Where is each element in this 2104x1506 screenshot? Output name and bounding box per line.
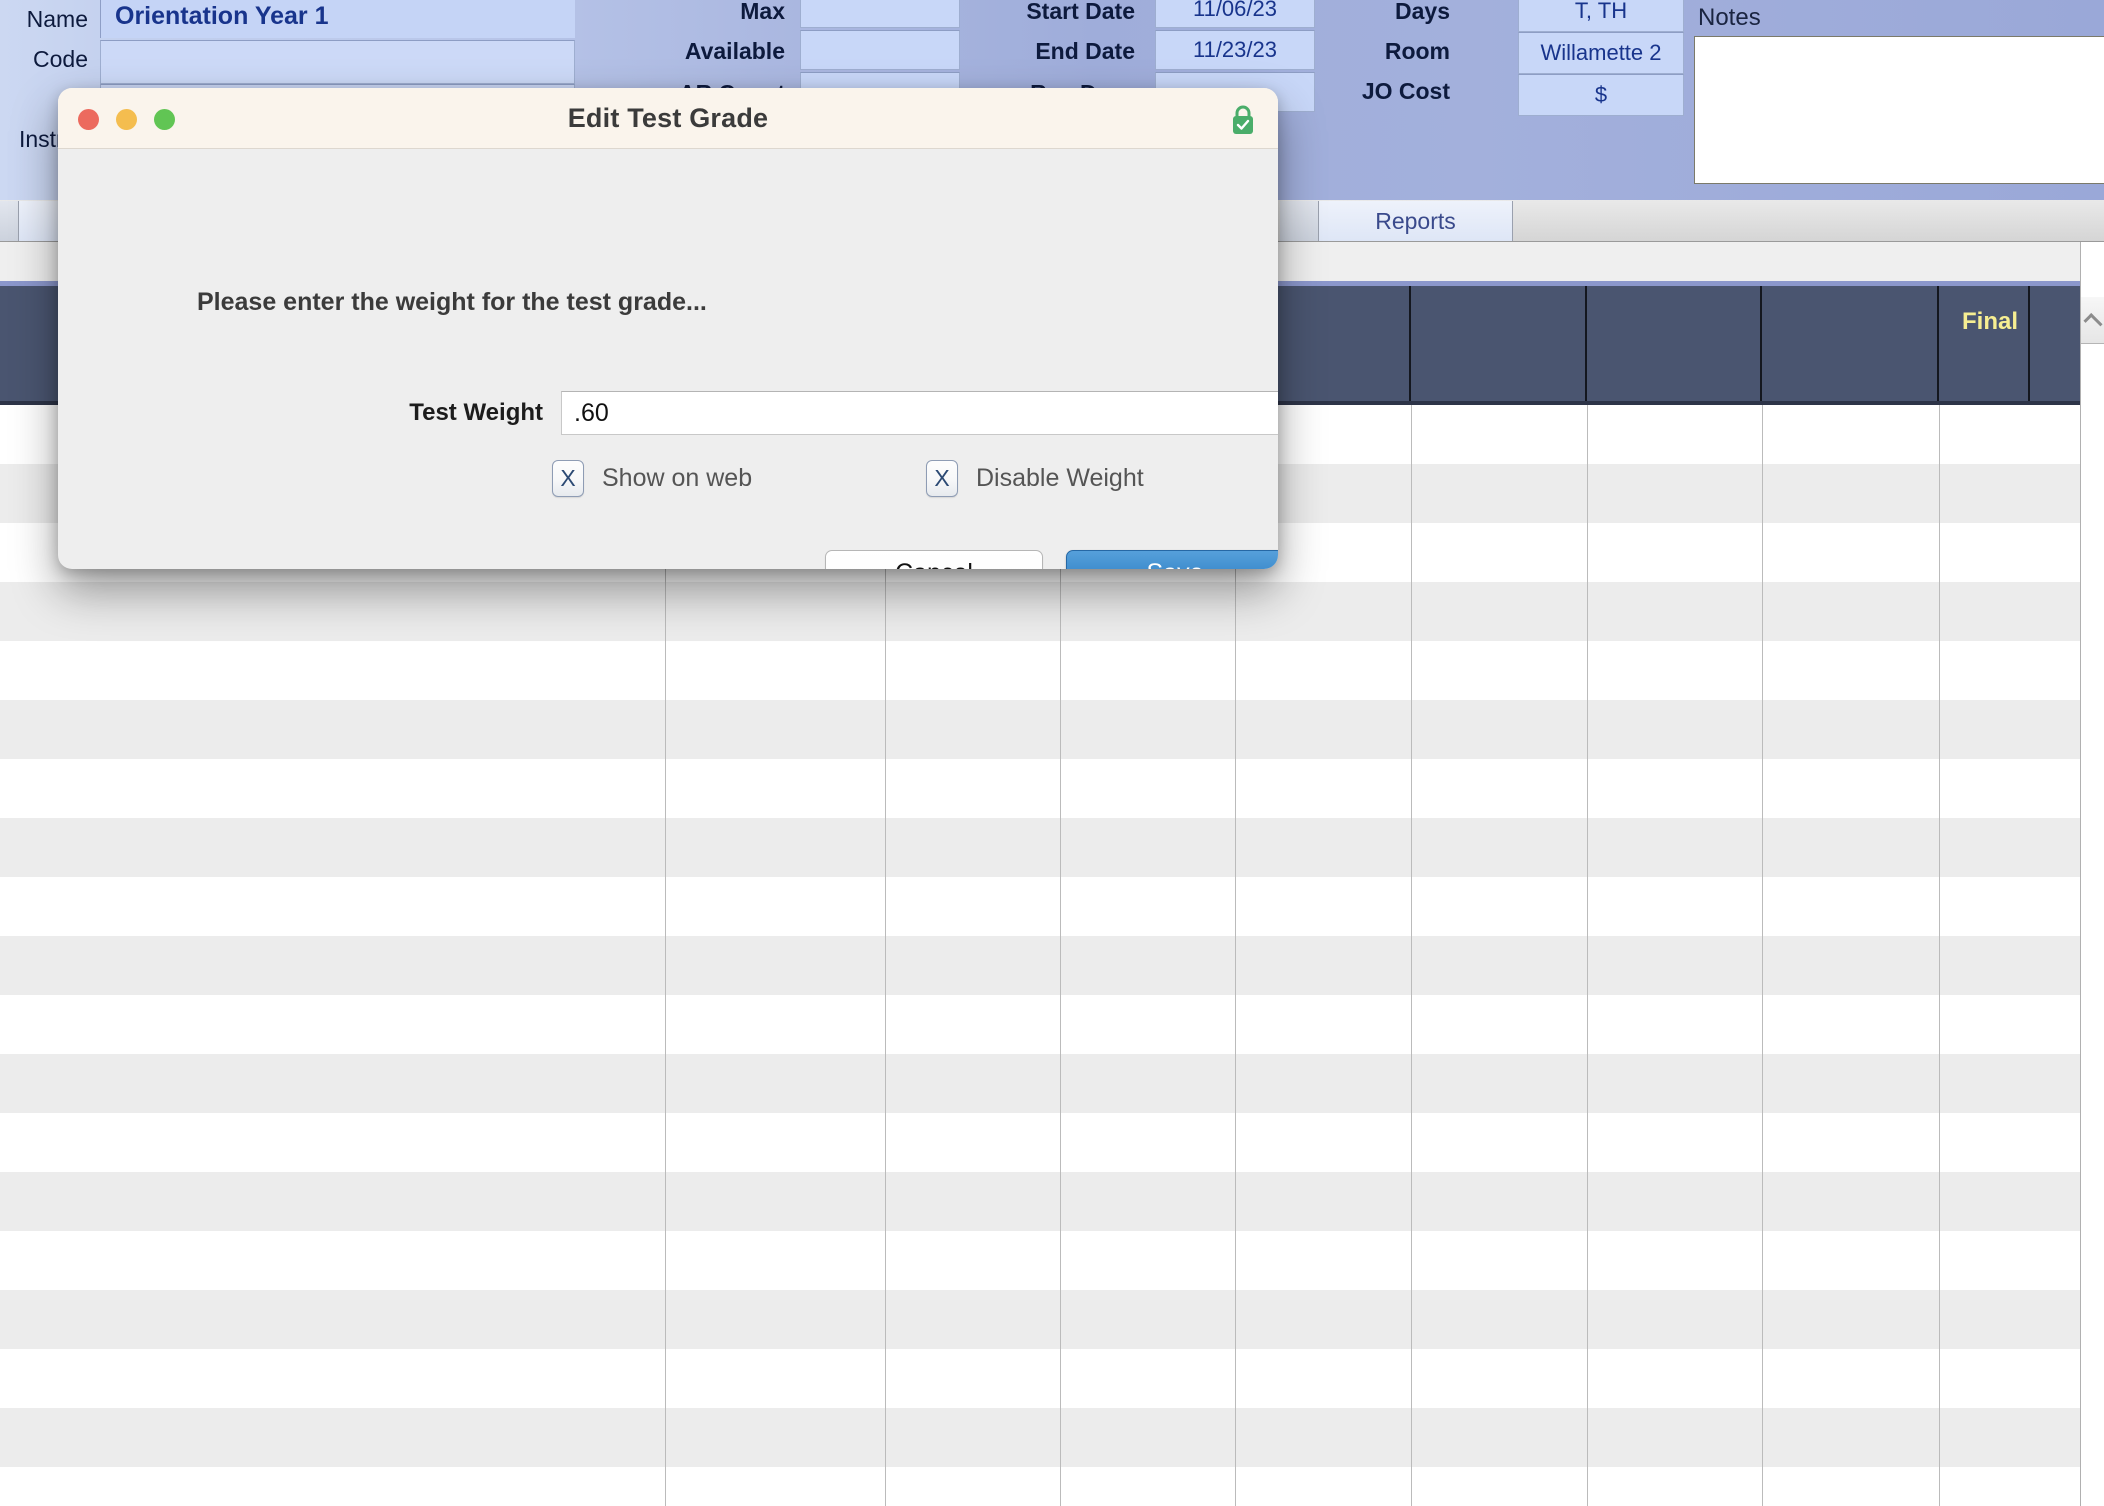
grid-row[interactable]: [0, 1113, 2104, 1172]
field-available[interactable]: [800, 30, 960, 70]
grid-row[interactable]: [0, 1467, 2104, 1506]
grid-column-divider: [1060, 405, 1061, 1506]
grid-row[interactable]: [0, 582, 2104, 641]
grid-column-header[interactable]: [1411, 286, 1587, 401]
label-available: Available: [684, 38, 785, 64]
field-notes[interactable]: [1694, 36, 2104, 184]
tab-reports[interactable]: Reports: [1318, 201, 1513, 241]
label-days: Days: [1395, 0, 1450, 24]
label-end-date: End Date: [1035, 38, 1135, 64]
test-weight-row: Test Weight: [58, 391, 1278, 436]
test-weight-label: Test Weight: [409, 399, 543, 426]
show-on-web-option[interactable]: X Show on web: [552, 460, 752, 497]
field-jo-cost[interactable]: $: [1518, 74, 1684, 116]
label-name: Name: [26, 6, 88, 32]
dialog-title: Edit Test Grade: [567, 102, 769, 133]
dialog-prompt: Please enter the weight for the test gra…: [197, 288, 707, 316]
dialog-title-bar[interactable]: Edit Test Grade: [58, 88, 1278, 149]
grid-row[interactable]: [0, 877, 2104, 936]
grid-row[interactable]: [0, 995, 2104, 1054]
field-room[interactable]: Willamette 2: [1518, 32, 1684, 74]
grid-row[interactable]: [0, 1054, 2104, 1113]
grid-column-header[interactable]: [1762, 286, 1939, 401]
disable-weight-checkbox[interactable]: X: [926, 460, 958, 497]
app-screen: Name Orientation Year 1 Code Ty Instruc …: [0, 0, 2104, 1506]
grid-row[interactable]: [0, 936, 2104, 995]
label-room: Room: [1384, 38, 1450, 64]
dialog-options-row: X Show on web X Disable Weight: [58, 460, 1278, 502]
grid-row[interactable]: [0, 1231, 2104, 1290]
grid-row[interactable]: [0, 1172, 2104, 1231]
label-code: Code: [33, 46, 88, 72]
grid-body: [0, 405, 2104, 1506]
grid-row[interactable]: [0, 818, 2104, 877]
grid-row[interactable]: [0, 641, 2104, 700]
grid-column-divider: [1939, 405, 1940, 1506]
field-name[interactable]: Orientation Year 1: [100, 0, 575, 38]
grid-row[interactable]: [0, 1349, 2104, 1408]
grid-column-divider: [1762, 405, 1763, 1506]
grid-row[interactable]: [0, 1408, 2104, 1467]
field-days[interactable]: T, TH: [1518, 0, 1684, 32]
grid-column-header-final[interactable]: Final: [1939, 286, 2030, 401]
field-max[interactable]: [800, 0, 960, 28]
show-on-web-label: Show on web: [602, 464, 753, 492]
grid-row[interactable]: [0, 1290, 2104, 1349]
grid-column-divider: [885, 405, 886, 1506]
dialog-button-row: Cancel Save: [58, 550, 1278, 569]
grid-column-divider: [1235, 405, 1236, 1506]
field-code[interactable]: [100, 40, 575, 84]
vertical-scrollbar[interactable]: [2080, 242, 2104, 1506]
grid-column-divider: [1411, 405, 1412, 1506]
tab-strip-edge: [0, 201, 18, 241]
disable-weight-label: Disable Weight: [976, 464, 1144, 492]
label-max: Max: [740, 0, 785, 24]
show-on-web-checkbox[interactable]: X: [552, 460, 584, 497]
grid-column-divider: [665, 405, 666, 1506]
edit-test-grade-dialog: Edit Test Grade Please enter the weight …: [58, 88, 1278, 569]
tab-spacer: [1280, 201, 1318, 241]
grid-row[interactable]: [0, 759, 2104, 818]
grid-row[interactable]: [0, 700, 2104, 759]
scroll-up-button[interactable]: [2081, 297, 2104, 344]
disable-weight-option[interactable]: X Disable Weight: [926, 460, 1144, 497]
chevron-up-icon: [2082, 312, 2103, 332]
cancel-button[interactable]: Cancel: [825, 550, 1043, 569]
grid-column-divider: [1587, 405, 1588, 1506]
label-start-date: Start Date: [1026, 0, 1135, 24]
label-notes: Notes: [1698, 4, 1761, 31]
save-button[interactable]: Save: [1066, 550, 1278, 569]
label-jo-cost: JO Cost: [1361, 78, 1450, 104]
test-weight-input[interactable]: [561, 391, 1278, 435]
grid-column-header[interactable]: [1587, 286, 1762, 401]
lock-closed-icon: [1230, 105, 1256, 135]
